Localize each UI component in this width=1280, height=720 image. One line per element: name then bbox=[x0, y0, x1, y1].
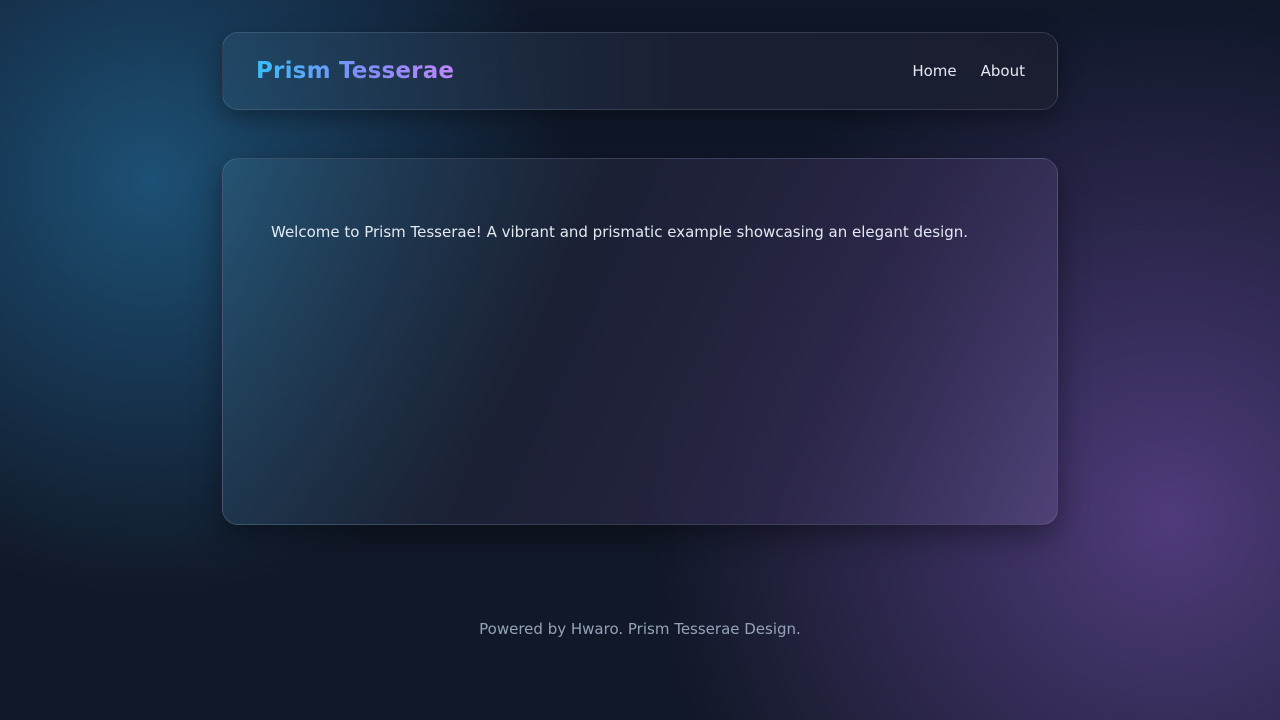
site-brand-link[interactable]: Prism Tesserae bbox=[256, 58, 454, 84]
site-header: Prism Tesserae Home About bbox=[222, 32, 1058, 110]
nav-link-about[interactable]: About bbox=[981, 62, 1025, 80]
nav-link-home[interactable]: Home bbox=[912, 62, 956, 80]
footer-text: Powered by Hwaro. Prism Tesserae Design. bbox=[479, 620, 801, 638]
site-footer: Powered by Hwaro. Prism Tesserae Design. bbox=[0, 620, 1280, 638]
welcome-text: Welcome to Prism Tesserae! A vibrant and… bbox=[271, 223, 969, 241]
main-content-card: Welcome to Prism Tesserae! A vibrant and… bbox=[222, 158, 1058, 525]
main-nav: Home About bbox=[912, 62, 1025, 80]
